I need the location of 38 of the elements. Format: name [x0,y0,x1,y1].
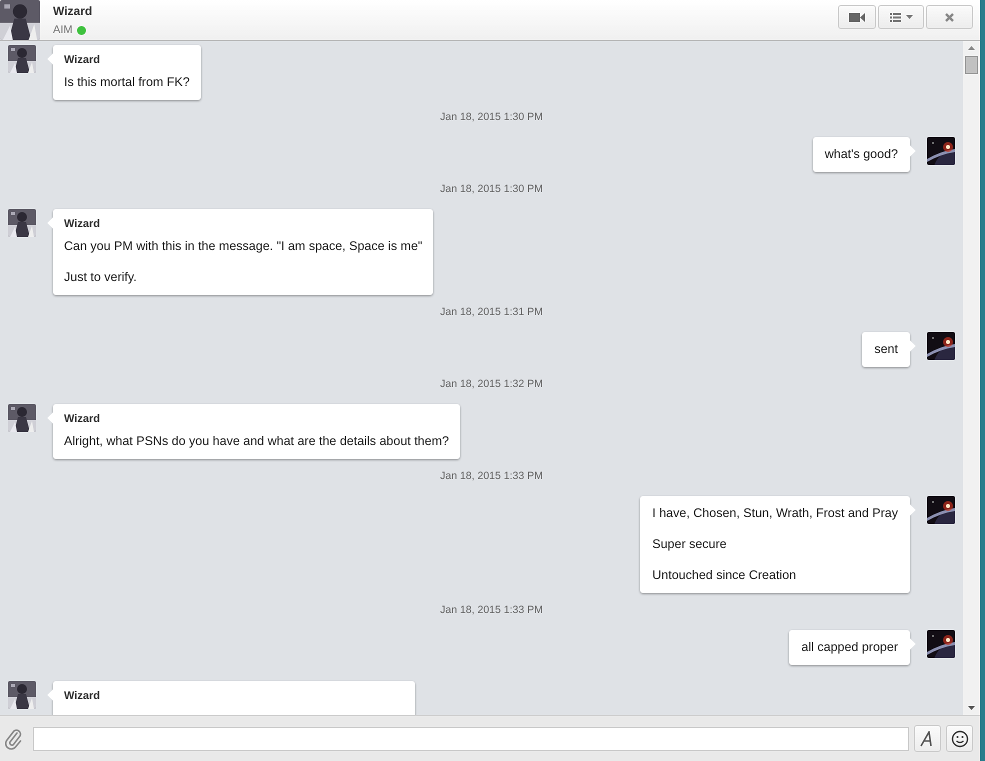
sender-name: Wizard [64,412,101,426]
emoji-button[interactable] [946,725,973,752]
scrollbar-thumb[interactable] [965,56,978,74]
close-icon [945,12,954,22]
list-icon [890,12,900,22]
caret-icon [906,15,912,19]
timestamp: Jan 18, 2015 1:33 PM [439,604,543,616]
message-text: all capped proper [801,639,898,656]
scrollbar[interactable] [963,41,980,715]
timestamp: Jan 18, 2015 1:30 PM [439,111,543,123]
video-camera-icon [849,12,865,22]
message-text: Untouched since Creation [652,567,798,584]
timestamp: Jan 18, 2015 1:33 PM [439,470,543,482]
sender-name: Wizard [64,53,101,67]
video-call-button[interactable] [838,5,876,29]
timestamp: Jan 18, 2015 1:30 PM [439,183,543,195]
format-button[interactable] [914,725,941,752]
message-input[interactable] [33,726,909,750]
message-text: Just to verify. [64,269,138,286]
message-text: Can you PM with this in the message. "I am space, Space is me" [64,238,422,255]
scroll-down-arrow-icon[interactable] [968,706,975,710]
message-text: I have, Chosen, Stun, Wrath, Frost and Pray [652,505,898,522]
close-button[interactable] [926,5,973,29]
service-label: AIM [53,24,73,36]
menu-button[interactable] [878,5,924,29]
message-text: what's good? [824,146,898,163]
sender-name: Wizard [64,689,101,703]
message-text: sent [874,341,898,358]
scroll-up-arrow-icon[interactable] [968,46,975,50]
smiley-icon [950,730,968,748]
paperclip-icon[interactable] [5,728,23,750]
sender-name: Wizard [64,217,101,231]
timestamp: Jan 18, 2015 1:32 PM [439,378,543,390]
message-text: Alright, what PSNs do you have and what are the details about them? [64,433,449,450]
message-text: Is this mortal from FK? [64,74,190,91]
contact-name: Wizard [53,4,94,18]
timestamp: Jan 18, 2015 1:31 PM [439,306,543,318]
message-text: Super secure [652,536,728,553]
